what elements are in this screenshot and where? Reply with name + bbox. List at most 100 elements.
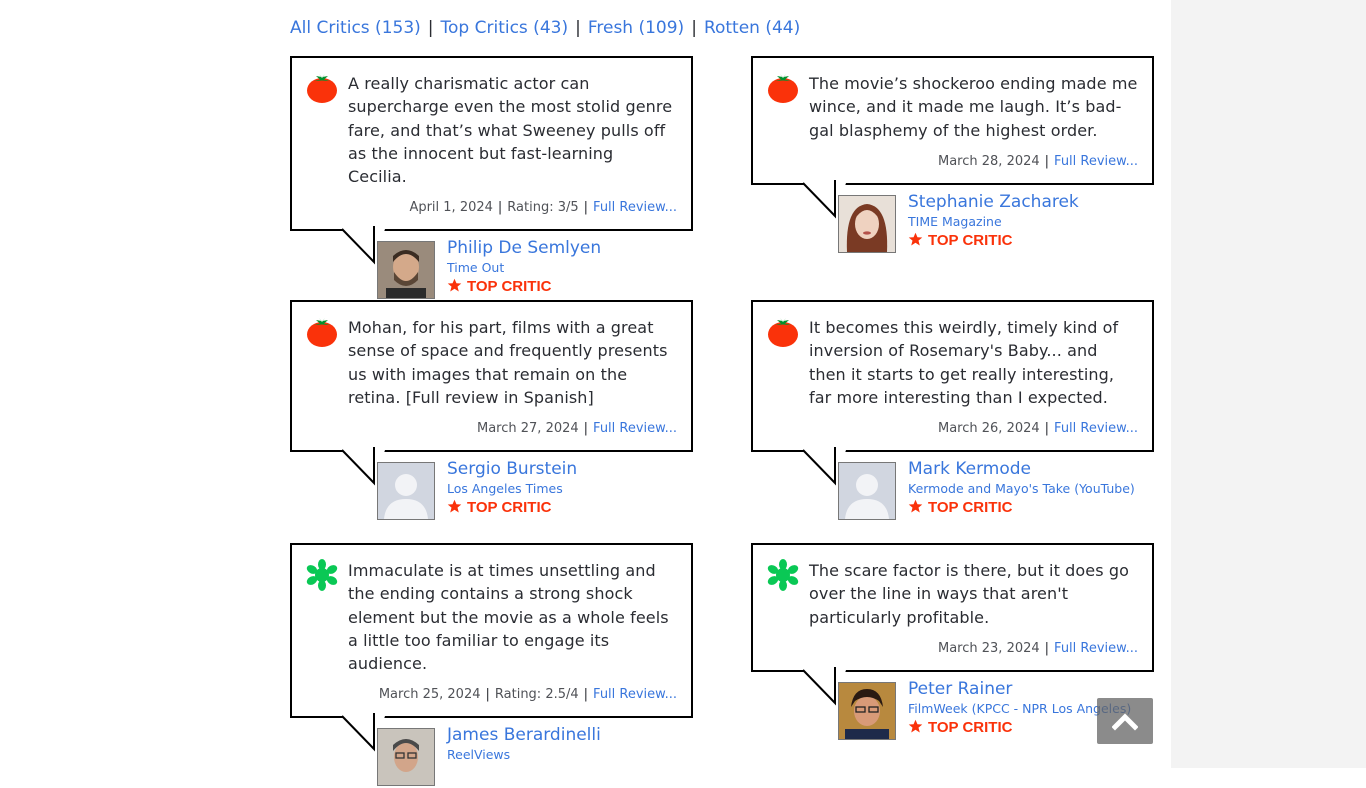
critic-info: Philip De Semlyen Time Out TOP CRITIC [447,237,601,298]
review-quote: A really charismatic actor can superchar… [348,74,673,187]
critic-block: James Berardinelli ReelViews [377,725,693,788]
meta-separator: | [485,687,490,703]
top-critic-label: TOP CRITIC [928,499,1013,517]
fresh-tomato-icon [306,72,338,104]
full-review-link[interactable]: Full Review... [593,421,677,436]
filter-fresh[interactable]: Fresh (109) [588,18,684,38]
review-bubble: It becomes this weirdly, timely kind of … [751,300,1154,486]
review-meta: March 28, 2024 | Full Review... [809,153,1138,171]
critic-block: Stephanie Zacharek TIME Magazine TOP CRI… [838,192,1154,255]
top-critic-label: TOP CRITIC [928,718,1013,736]
critic-publication[interactable]: Los Angeles Times [447,480,577,497]
filter-separator: | [575,18,581,38]
review-card: A really charismatic actor can superchar… [290,56,693,301]
filter-separator: | [427,18,434,38]
review-card: The scare factor is there, but it does g… [751,543,1154,742]
star-icon [447,499,462,513]
review-rating: Rating: 2.5/4 [494,687,579,703]
scroll-to-top-button[interactable] [1097,698,1153,744]
avatar[interactable] [838,462,896,521]
review-date: March 28, 2024 [938,153,1040,169]
review-rating: Rating: 3/5 [507,200,579,216]
critic-publication[interactable]: ReelViews [447,746,601,763]
top-critic-label: TOP CRITIC [467,499,552,517]
critic-info: Stephanie Zacharek TIME Magazine TOP CRI… [908,191,1079,252]
review-bubble: A really charismatic actor can superchar… [290,56,693,265]
avatar[interactable] [838,194,896,253]
top-critic-badge: TOP CRITIC [908,230,1079,252]
full-review-link[interactable]: Full Review... [593,687,677,702]
star-icon [908,719,923,733]
meta-separator: | [1044,640,1050,656]
full-review-link[interactable]: Full Review... [1054,154,1138,169]
avatar[interactable] [377,462,435,521]
review-bubble: Immaculate is at times unsettling and th… [290,543,693,752]
critic-name[interactable]: Peter Rainer [908,678,1131,700]
critic-name[interactable]: James Berardinelli [447,724,601,746]
review-meta: April 1, 2024 | Rating: 3/5 | Full Review... [348,199,677,217]
critic-publication[interactable]: Kermode and Mayo's Take (YouTube) [908,480,1135,497]
fresh-tomato-icon [767,316,799,348]
critic-name[interactable]: Sergio Burstein [447,458,577,480]
review-date: April 1, 2024 [409,200,493,216]
review-quote: The scare factor is there, but it does g… [809,561,1129,627]
review-meta: March 26, 2024 | Full Review... [809,420,1138,438]
review-quote: Immaculate is at times unsettling and th… [348,561,669,674]
filter-top-critics[interactable]: Top Critics (43) [441,18,569,38]
meta-separator: | [583,421,589,437]
critic-publication[interactable]: Time Out [447,259,601,276]
critic-name[interactable]: Philip De Semlyen [447,237,601,259]
review-meta: March 25, 2024 | Rating: 2.5/4 | Full Review… [348,686,677,704]
rotten-splat-icon [767,559,799,591]
filter-separator: | [691,18,697,38]
meta-separator: | [583,200,589,216]
review-bubble: The scare factor is there, but it does g… [751,543,1154,706]
critic-name[interactable]: Mark Kermode [908,458,1135,480]
meta-separator: | [1044,421,1050,437]
star-icon [447,279,462,292]
review-bubble: The movie’s shockeroo ending made me win… [751,56,1154,219]
fresh-tomato-icon [306,316,338,348]
review-card: Immaculate is at times unsettling and th… [290,543,693,788]
top-critic-label: TOP CRITIC [467,278,552,296]
filter-rotten[interactable]: Rotten (44) [704,18,800,38]
chevron-up-icon [1112,713,1138,731]
filter-all-critics[interactable]: All Critics (153) [290,18,421,38]
avatar[interactable] [377,728,435,787]
critic-info: Sergio Burstein Los Angeles Times TOP CR… [447,458,577,519]
rotten-splat-icon [306,559,338,591]
critic-info: Mark Kermode Kermode and Mayo's Take (Yo… [908,458,1135,519]
star-icon [908,499,923,513]
top-critic-badge: TOP CRITIC [447,276,601,298]
top-critic-badge: TOP CRITIC [447,497,577,519]
meta-separator: | [497,200,503,216]
review-quote: It becomes this weirdly, timely kind of … [809,318,1119,407]
avatar[interactable] [377,241,435,300]
review-quote: Mohan, for his part, films with a great … [348,318,668,407]
review-quote: The movie’s shockeroo ending made me win… [809,74,1138,140]
full-review-link[interactable]: Full Review... [1054,421,1138,436]
full-review-link[interactable]: Full Review... [593,200,677,215]
full-review-link[interactable]: Full Review... [1054,641,1138,656]
critic-block: Mark Kermode Kermode and Mayo's Take (Yo… [838,459,1154,522]
critic-info: James Berardinelli ReelViews [447,724,601,763]
critic-publication[interactable]: TIME Magazine [908,213,1079,230]
review-date: March 25, 2024 [378,687,481,703]
critic-filter-bar: All Critics (153) | Top Critics (43) | Fresh… [290,16,800,40]
critic-block: Philip De Semlyen Time Out TOP CRITIC [377,238,693,301]
avatar[interactable] [838,681,896,740]
fresh-tomato-icon [767,72,799,104]
review-date: March 27, 2024 [477,421,579,437]
meta-separator: | [583,687,589,703]
review-date: March 26, 2024 [938,421,1040,437]
top-critic-badge: TOP CRITIC [908,497,1135,519]
critic-block: Sergio Burstein Los Angeles Times TOP CR… [377,459,693,522]
review-meta: March 23, 2024 | Full Review... [809,640,1138,658]
right-sidebar [1171,0,1366,768]
review-meta: March 27, 2024 | Full Review... [348,420,677,438]
review-card: Mohan, for his part, films with a great … [290,300,693,522]
star-icon [908,232,923,246]
review-card: It becomes this weirdly, timely kind of … [751,300,1154,522]
review-bubble: Mohan, for his part, films with a great … [290,300,693,486]
critic-name[interactable]: Stephanie Zacharek [908,191,1079,213]
